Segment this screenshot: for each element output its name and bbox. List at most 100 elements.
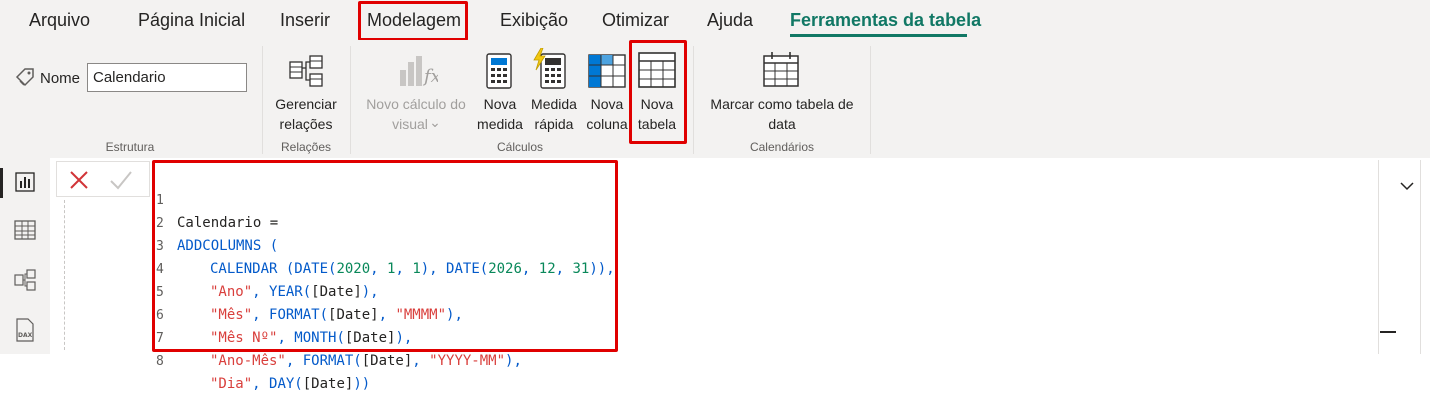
code-token: ,	[521, 261, 539, 277]
new-measure-icon[interactable]	[485, 52, 515, 95]
code-token: ,	[370, 261, 388, 277]
code-token: CALENDAR (DATE(	[210, 261, 337, 277]
new-measure-label-1[interactable]: Nova	[474, 94, 526, 114]
code-token: ,	[378, 307, 396, 323]
tag-icon	[14, 67, 36, 94]
new-column-label-2[interactable]: coluna	[582, 114, 632, 134]
svg-text:DAX: DAX	[18, 332, 33, 339]
tab-pagina-inicial[interactable]: Página Inicial	[138, 0, 245, 40]
code-line: 4 "Ano", YEAR([Date]),	[152, 235, 379, 300]
tab-ajuda[interactable]: Ajuda	[707, 0, 753, 40]
chevron-down-icon: ⌄	[429, 114, 441, 130]
dax-query-view-icon[interactable]: DAX	[0, 310, 50, 350]
line-number: 8	[156, 354, 164, 369]
name-label: Nome	[40, 70, 81, 87]
code-line: 1 Calendario =	[152, 166, 278, 231]
visual-calculation-icon: fx	[398, 52, 441, 93]
formula-bar-divider	[1420, 160, 1421, 354]
code-line: 5 "Mês", FORMAT([Date], "MMMM"),	[152, 258, 463, 323]
manage-relationships-label-1[interactable]: Gerenciar	[269, 94, 343, 114]
code-token: ,	[395, 261, 413, 277]
new-measure-label-2[interactable]: medida	[474, 114, 526, 134]
code-token: "YYYY-MM"	[429, 353, 506, 369]
new-column-icon[interactable]	[588, 54, 626, 93]
code-token: ),	[505, 353, 522, 369]
view-rail: DAX	[0, 158, 50, 354]
code-token: [Date]	[361, 353, 413, 369]
mark-as-date-table-label-2[interactable]: data	[700, 114, 864, 134]
new-table-icon[interactable]	[638, 52, 676, 93]
code-token: ADDCOLUMNS (	[177, 238, 279, 254]
code-token: , DAY(	[252, 376, 303, 392]
new-table-label-2[interactable]: tabela	[632, 114, 682, 134]
code-token: 12	[538, 261, 556, 277]
svg-text:fx: fx	[422, 66, 438, 87]
ribbon: Nome Estrutura Gerenciar relações Relaçõ…	[0, 40, 1430, 159]
code-token: 1	[412, 261, 421, 277]
tab-exibicao[interactable]: Exibição	[500, 0, 568, 40]
code-token: "Mês"	[210, 307, 253, 323]
commit-formula-icon[interactable]	[109, 170, 133, 195]
dax-code-editor[interactable]: 1 Calendario = 2 ADDCOLUMNS ( 3 CALENDAR…	[152, 162, 1378, 392]
mark-as-date-table-label-1[interactable]: Marcar como tabela de	[700, 94, 864, 114]
code-token: 31	[572, 261, 590, 277]
group-label-calendarios: Calendários	[749, 140, 815, 154]
cancel-formula-icon[interactable]	[69, 170, 89, 195]
table-view-icon[interactable]	[0, 210, 50, 250]
code-token: ), DATE(	[420, 261, 489, 277]
code-token: , FORMAT(	[285, 353, 362, 369]
active-tab-indicator	[790, 34, 967, 37]
tab-otimizar[interactable]: Otimizar	[602, 0, 669, 40]
formula-commit-buttons	[56, 161, 150, 197]
code-line: 7 "Ano-Mês", FORMAT([Date], "YYYY-MM"),	[152, 304, 522, 369]
code-token: , YEAR(	[252, 284, 312, 300]
code-token: [Date]	[311, 284, 362, 300]
quick-measure-label-1[interactable]: Medida	[527, 94, 581, 114]
tab-modelagem[interactable]: Modelagem	[367, 0, 461, 40]
code-line: 2 ADDCOLUMNS (	[152, 189, 278, 254]
ribbon-divider	[262, 46, 263, 154]
quick-measure-icon[interactable]	[533, 47, 569, 95]
code-token: ,	[555, 261, 573, 277]
code-token: [Date]	[328, 307, 379, 323]
chevron-down-icon[interactable]	[1399, 178, 1415, 196]
code-token: "Ano"	[210, 284, 253, 300]
code-token: ,	[412, 353, 430, 369]
formula-bar-guide	[64, 200, 66, 350]
code-token: ),	[446, 307, 463, 323]
code-token: ),	[395, 330, 413, 346]
group-label-estrutura: Estrutura	[105, 140, 155, 154]
new-column-label-1[interactable]: Nova	[582, 94, 632, 114]
code-token: ),	[361, 284, 379, 300]
code-token: 2026	[488, 261, 522, 277]
new-table-label-1[interactable]: Nova	[632, 94, 682, 114]
tab-inserir[interactable]: Inserir	[280, 0, 330, 40]
code-token: "Ano-Mês"	[210, 353, 286, 369]
ribbon-divider	[870, 46, 871, 154]
code-token: , FORMAT(	[252, 307, 329, 323]
tab-arquivo[interactable]: Arquivo	[29, 0, 90, 40]
code-token: "MMMM"	[395, 307, 447, 323]
table-name-input[interactable]	[87, 63, 247, 92]
mark-as-date-table-icon[interactable]	[762, 50, 800, 93]
visual-calculation-label-1: Novo cálculo do	[366, 96, 466, 112]
quick-measure-label-2[interactable]: rápida	[527, 114, 581, 134]
collapse-formula-bar-icon[interactable]	[1380, 321, 1396, 339]
group-label-calculos: Cálculos	[496, 140, 544, 154]
manage-relationships-label-2[interactable]: relações	[269, 114, 343, 134]
code-token: ))	[353, 376, 371, 392]
code-token: )),	[589, 261, 615, 277]
ribbon-tab-bar: Arquivo Página Inicial Inserir Modelagem…	[0, 0, 1430, 40]
code-token: Calendario =	[177, 215, 279, 231]
code-token: [Date]	[302, 376, 354, 392]
report-view-icon[interactable]	[0, 162, 50, 202]
group-label-relacoes: Relações	[280, 140, 332, 154]
model-view-icon[interactable]	[0, 260, 50, 300]
ribbon-divider	[693, 46, 694, 154]
code-line: 3 CALENDAR (DATE(2020, 1, 1), DATE(2026,…	[152, 212, 615, 277]
manage-relationships-icon[interactable]	[288, 54, 324, 93]
ribbon-divider	[350, 46, 351, 154]
code-token: "Dia"	[210, 376, 253, 392]
code-token: "Mês Nº"	[210, 330, 278, 346]
code-line: 8 "Dia", DAY([Date]))	[152, 327, 370, 392]
